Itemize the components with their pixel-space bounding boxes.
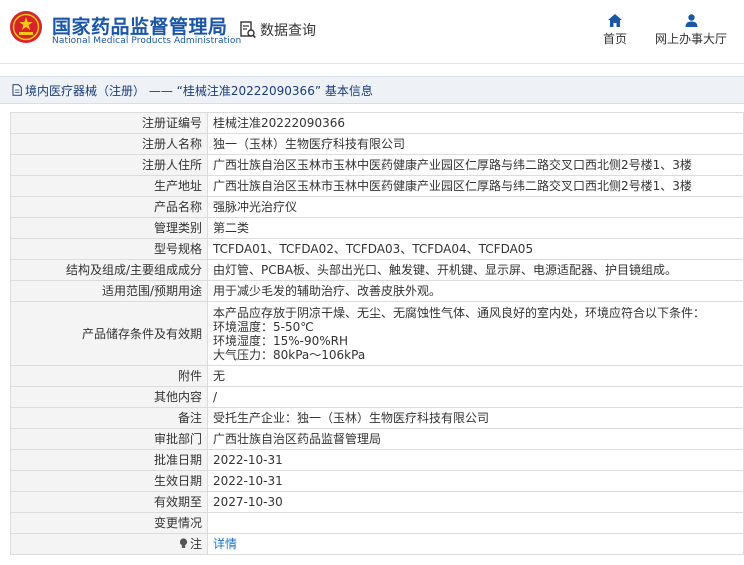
field-value-storage: 本产品应存放于阴凉干燥、无尘、无腐蚀性气体、通风良好的室内处，环境应符合以下条件… [207,301,744,366]
field-label: 生效日期 [10,470,208,492]
table-row: 附件无 [10,365,744,387]
registration-detail-table: 注册证编号 桂械注准20222090366 注册人名称 独一（玉林）生物医疗科技有限公… [10,112,744,555]
note-label: 注 [189,537,202,551]
field-label: 其他内容 [10,386,208,408]
site-title-cn[interactable]: 国家药品监督管理局 [52,12,228,39]
field-value: 广西壮族自治区药品监督管理局 [207,428,744,450]
field-value: 独一（玉林）生物医疗科技有限公司 [207,133,744,155]
table-row: 产品名称 强脉冲光治疗仪 [10,196,744,218]
field-label: 有效期至 [10,491,208,513]
lightbulb-icon [179,538,188,548]
nav-online-office-link[interactable]: 网上办事大厅 [652,14,730,47]
field-value: 强脉冲光治疗仪 [207,196,744,218]
table-row: 注册证编号 桂械注准20222090366 [10,112,744,134]
table-row-note: 注 详情 [10,533,744,555]
field-value [207,512,744,534]
field-label: 产品储存条件及有效期 [10,301,208,366]
field-label: 批准日期 [10,449,208,471]
table-row: 有效期至 2027-10-30 [10,491,744,513]
data-query-label: 数据查询 [260,23,316,39]
field-value: 受托生产企业：独一（玉林）生物医疗科技有限公司 [207,407,744,429]
field-value: 无 [207,365,744,387]
table-row: 变更情况 [10,512,744,534]
field-label: 管理类别 [10,217,208,239]
user-icon [685,14,697,27]
table-row: 其他内容 / [10,386,744,408]
table-row: 型号规格 TCFDA01、TCFDA02、TCFDA03、TCFDA04、TCFD… [10,238,744,260]
field-value: TCFDA01、TCFDA02、TCFDA03、TCFDA04、TCFDA05 [207,238,744,260]
document-search-icon [240,21,256,39]
nav-home-label: 首页 [602,32,627,46]
nav-online-office-label: 网上办事大厅 [654,32,727,46]
field-label: 备注 [10,407,208,429]
field-label: 适用范围/预期用途 [10,280,208,302]
note-label-cell: 注 [10,533,208,555]
table-row: 审批部门 广西壮族自治区药品监督管理局 [10,428,744,450]
table-row: 注册人名称 独一（玉林）生物医疗科技有限公司 [10,133,744,155]
national-emblem-icon [10,11,42,43]
site-title-en: National Medical Products Administration [52,36,242,46]
field-value: 广西壮族自治区玉林市玉林中医药健康产业园区仁厚路与纬二路交叉口西北侧2号楼1、3… [207,154,744,176]
home-icon [608,14,622,27]
table-row: 适用范围/预期用途 用于减少毛发的辅助治疗、改善皮肤外观。 [10,280,744,302]
data-query-link[interactable]: 数据查询 [240,20,316,40]
field-value: 广西壮族自治区玉林市玉林中医药健康产业园区仁厚路与纬二路交叉口西北侧2号楼1、3… [207,175,744,197]
storage-line: 本产品应存放于阴凉干燥、无尘、无腐蚀性气体、通风良好的室内处，环境应符合以下条件… [213,305,706,320]
table-row-storage: 产品储存条件及有效期 本产品应存放于阴凉干燥、无尘、无腐蚀性气体、通风良好的室内… [10,301,744,366]
nav-home-link[interactable]: 首页 [599,14,631,47]
storage-line: 环境温度：5-50℃ [213,319,314,334]
field-value: / [207,386,744,408]
record-title: 境内医疗器械（注册） —— “桂械注准20222090366” 基本信息 [25,83,373,98]
details-link[interactable]: 详情 [213,537,237,551]
field-label: 注册人住所 [10,154,208,176]
field-value: 由灯管、PCBA板、头部出光口、触发键、开机键、显示屏、电源适配器、护目镜组成。 [207,259,744,281]
field-value: 2022-10-31 [207,449,744,471]
field-label: 结构及组成/主要组成成分 [10,259,208,281]
field-value: 2027-10-30 [207,491,744,513]
note-value-cell: 详情 [207,533,744,555]
field-label: 产品名称 [10,196,208,218]
site-header: 国家药品监督管理局 National Medical Products Admi… [0,0,744,64]
storage-line: 环境湿度：15%-90%RH [213,333,349,348]
storage-line: 大气压力：80kPa～106kPa [213,347,366,362]
document-icon [12,84,22,96]
record-title-bar: 境内医疗器械（注册） —— “桂械注准20222090366” 基本信息 [0,76,744,104]
field-value: 用于减少毛发的辅助治疗、改善皮肤外观。 [207,280,744,302]
field-value: 第二类 [207,217,744,239]
field-label: 变更情况 [10,512,208,534]
table-row: 结构及组成/主要组成成分 由灯管、PCBA板、头部出光口、触发键、开机键、显示屏、… [10,259,744,281]
table-row: 管理类别 第二类 [10,217,744,239]
field-label: 型号规格 [10,238,208,260]
field-label: 注册证编号 [10,112,208,134]
table-row: 生产地址 广西壮族自治区玉林市玉林中医药健康产业园区仁厚路与纬二路交叉口西北侧2号… [10,175,744,197]
field-label: 审批部门 [10,428,208,450]
field-label: 生产地址 [10,175,208,197]
table-row: 注册人住所 广西壮族自治区玉林市玉林中医药健康产业园区仁厚路与纬二路交叉口西北侧2… [10,154,744,176]
table-row: 生效日期 2022-10-31 [10,470,744,492]
field-label: 注册人名称 [10,133,208,155]
table-row: 备注 受托生产企业：独一（玉林）生物医疗科技有限公司 [10,407,744,429]
table-row: 批准日期 2022-10-31 [10,449,744,471]
field-value: 桂械注准20222090366 [207,112,744,134]
field-value: 2022-10-31 [207,470,744,492]
field-label: 附件 [10,365,208,387]
